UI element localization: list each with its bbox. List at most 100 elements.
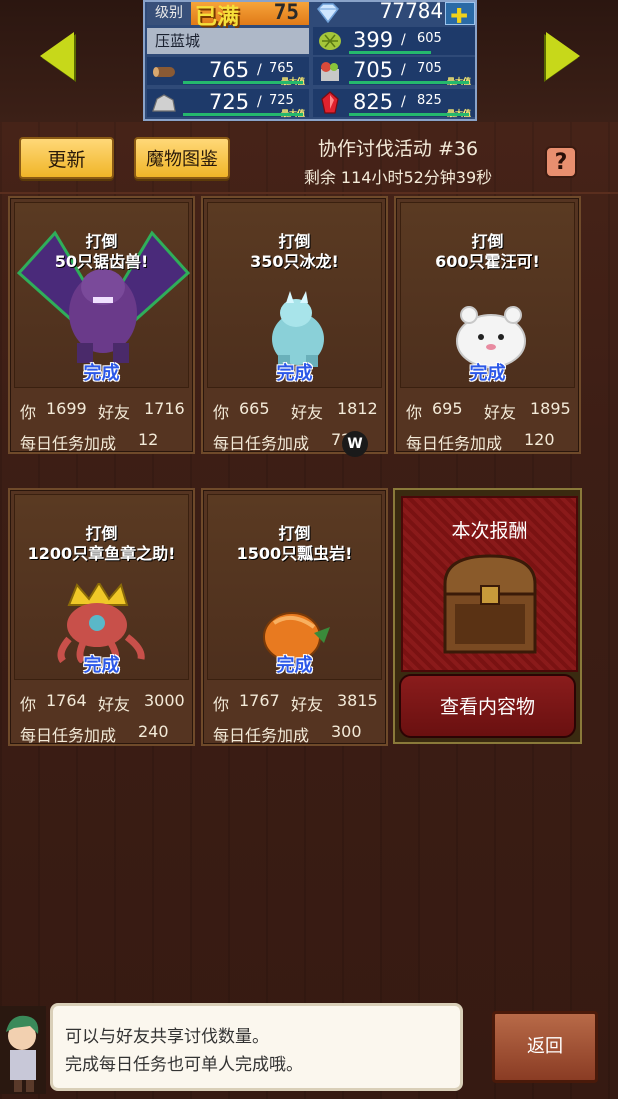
diamond-icon xyxy=(317,3,339,23)
quest-title-line2: 1200只章鱼章之助! xyxy=(27,544,176,563)
update-button[interactable]: 更新 xyxy=(19,137,114,179)
quest-card-white-beast[interactable]: 打倒 600只霍汪可! 完成 你 695 好友 1895 每日任务加成 120 xyxy=(394,196,581,454)
separator: / xyxy=(401,94,406,110)
friends-label: 好友 xyxy=(98,403,131,422)
event-header: 更新 魔物图鉴 协作讨伐活动 #36 剩余 114小时52分钟39秒 ? xyxy=(0,122,618,194)
hint-text-line1: 可以与好友共享讨伐数量。 xyxy=(65,1027,269,1047)
gem-count: 77784 xyxy=(379,0,443,23)
resource-wood: 765 / 765 最大值 xyxy=(147,57,309,86)
friends-count: 3815 xyxy=(337,691,378,710)
watermark-badge: W xyxy=(342,431,368,457)
help-button[interactable]: ? xyxy=(545,146,577,178)
level-label: 级别 xyxy=(147,2,191,25)
quest-complete-label: 完成 xyxy=(469,363,506,384)
you-count: 1767 xyxy=(239,691,280,710)
you-label: 你 xyxy=(20,695,37,714)
wood-progress-bar xyxy=(183,81,303,84)
friends-count: 1716 xyxy=(144,399,185,418)
quest-card-ice-dragon[interactable]: 打倒 350只冰龙! 完成 你 665 好友 1812 每日任务加成 72 xyxy=(201,196,388,454)
quest-card-ladybug-rock[interactable]: 打倒 1500只瓢虫岩! 完成 你 1767 好友 3815 每日任务加成 30… xyxy=(201,488,388,746)
npc-guide-avatar xyxy=(0,1006,46,1094)
resource-ore: 725 / 725 最大值 xyxy=(147,89,309,118)
you-count: 1764 xyxy=(46,691,87,710)
treasure-chest-icon xyxy=(443,554,537,654)
bonus-label: 每日任务加成 xyxy=(406,434,503,453)
friends-count: 3000 xyxy=(144,691,185,710)
reward-title: 本次报酬 xyxy=(451,520,528,542)
food-max: 705 xyxy=(417,61,442,76)
separator: / xyxy=(401,32,406,48)
you-count: 1699 xyxy=(46,399,87,418)
bonus-value: 240 xyxy=(138,722,169,741)
quest-complete-label: 完成 xyxy=(83,363,120,384)
ore-value: 725 xyxy=(209,90,250,114)
food-progress-bar xyxy=(349,81,469,84)
quest-card-image: 打倒 600只霍汪可! 完成 xyxy=(400,202,575,388)
add-gems-button[interactable]: ✚ xyxy=(445,0,475,31)
level-max-badge: 已满 xyxy=(195,5,240,30)
ore-max: 725 xyxy=(269,93,294,108)
quest-title-line2: 350只冰龙! xyxy=(250,252,339,271)
you-label: 你 xyxy=(406,403,423,422)
next-town-arrow-icon[interactable] xyxy=(546,32,580,80)
quest-card-octopus-king[interactable]: 打倒 1200只章鱼章之助! 完成 你 1764 好友 3000 每日任务加成 … xyxy=(8,488,195,746)
crystal-value: 825 xyxy=(353,90,394,114)
friends-label: 好友 xyxy=(484,403,517,422)
friends-label: 好友 xyxy=(291,403,324,422)
wood-value: 765 xyxy=(209,58,250,82)
resource-grain: 399 / 605 xyxy=(313,27,475,55)
level-value: 75 xyxy=(273,0,299,24)
hint-text-line2: 完成每日任务也可单人完成哦。 xyxy=(65,1055,303,1075)
grain-value: 399 xyxy=(353,28,394,52)
quest-complete-label: 完成 xyxy=(83,655,120,676)
friends-count: 1895 xyxy=(530,399,571,418)
status-panel: 级别 已满 75 77784 ✚ 压蓝城 765 / 765 最大值 399 /… xyxy=(143,0,477,121)
you-count: 695 xyxy=(432,399,463,418)
quest-card-image: 打倒 1500只瓢虫岩! 完成 xyxy=(207,494,382,680)
monster-book-button[interactable]: 魔物图鉴 xyxy=(134,137,230,179)
quest-complete-label: 完成 xyxy=(276,363,313,384)
separator: / xyxy=(401,62,406,78)
quest-card-image: 打倒 350只冰龙! 完成 xyxy=(207,202,382,388)
reward-card: 本次报酬 查看内容物 xyxy=(393,488,582,744)
back-button[interactable]: 返回 xyxy=(492,1011,598,1083)
reward-display: 本次报酬 xyxy=(401,496,578,672)
bonus-label: 每日任务加成 xyxy=(213,726,310,745)
ore-icon xyxy=(152,94,176,112)
crystal-progress-bar xyxy=(349,113,469,116)
bonus-label: 每日任务加成 xyxy=(213,434,310,453)
food-basket-icon xyxy=(321,62,339,81)
grain-progress-bar xyxy=(349,51,431,54)
separator: / xyxy=(257,62,262,78)
wood-icon xyxy=(153,67,175,77)
bonus-value: 300 xyxy=(331,722,362,741)
food-value: 705 xyxy=(353,58,394,82)
quest-card-image: 打倒 1200只章鱼章之助! 完成 xyxy=(14,494,189,680)
event-title: 协作讨伐活动 #36 xyxy=(317,138,479,160)
level-box: 已满 75 xyxy=(191,0,309,30)
grain-icon xyxy=(319,32,341,50)
grain-max: 605 xyxy=(417,31,442,46)
ore-progress-bar xyxy=(183,113,303,116)
you-count: 665 xyxy=(239,399,270,418)
quest-card-sawtooth-beast[interactable]: 打倒 50只锯齿兽! 完成 你 1699 好友 1716 每日任务加成 12 xyxy=(8,196,195,454)
ice-dragon-sprite xyxy=(272,291,324,367)
you-label: 你 xyxy=(213,695,230,714)
quest-complete-label: 完成 xyxy=(276,655,313,676)
bonus-label: 每日任务加成 xyxy=(20,434,117,453)
quest-title-line2: 1500只瓢虫岩! xyxy=(236,544,353,563)
crystal-max: 825 xyxy=(417,93,442,108)
resource-crystal: 825 / 825 最大值 xyxy=(313,89,475,118)
view-contents-button[interactable]: 查看内容物 xyxy=(399,674,576,738)
you-label: 你 xyxy=(20,403,37,422)
event-timer: 剩余 114小时52分钟39秒 xyxy=(303,168,493,187)
bonus-value: 12 xyxy=(138,430,159,449)
bonus-value: 120 xyxy=(524,430,555,449)
bonus-label: 每日任务加成 xyxy=(20,726,117,745)
friends-label: 好友 xyxy=(98,695,131,714)
previous-town-arrow-icon[interactable] xyxy=(40,32,74,80)
red-crystal-icon xyxy=(321,91,339,114)
town-name: 压蓝城 xyxy=(147,28,309,54)
hint-dialog: 可以与好友共享讨伐数量。 完成每日任务也可单人完成哦。 xyxy=(50,1003,463,1091)
resource-food: 705 / 705 最大值 xyxy=(313,57,475,86)
